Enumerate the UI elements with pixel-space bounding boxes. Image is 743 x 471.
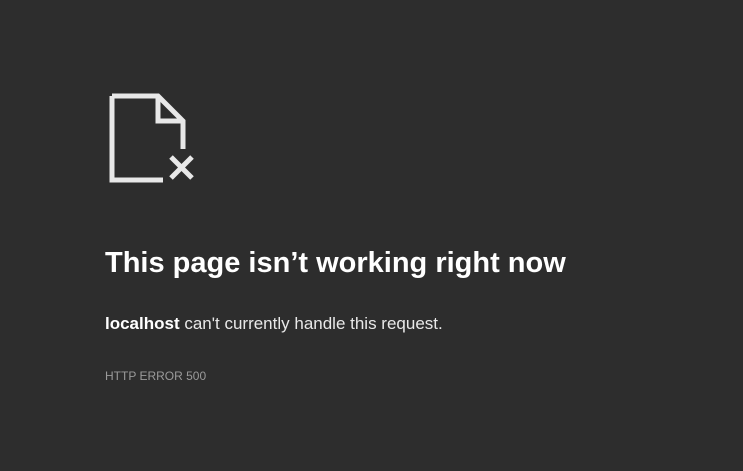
broken-page-icon — [108, 92, 198, 184]
error-message-text: can't currently handle this request. — [179, 314, 443, 333]
host-name: localhost — [105, 314, 180, 333]
error-code: HTTP ERROR 500 — [105, 369, 207, 383]
error-message: localhost can't currently handle this re… — [105, 313, 443, 335]
page-title: This page isn’t working right now — [105, 247, 566, 279]
